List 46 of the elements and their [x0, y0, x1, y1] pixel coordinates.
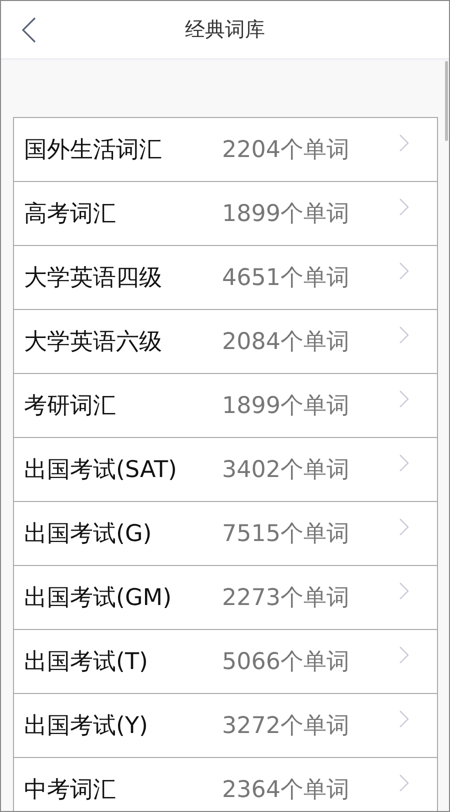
list-item[interactable]: 出国考试(SAT) 3402个单词: [14, 438, 437, 502]
word-count: 5066个单词: [222, 648, 350, 677]
word-count: 3272个单词: [222, 712, 350, 741]
list-item[interactable]: 出国考试(Y) 3272个单词: [14, 694, 437, 758]
word-count: 2084个单词: [222, 328, 350, 357]
chevron-right-icon: [399, 582, 409, 600]
chevron-right-icon: [399, 390, 409, 408]
chevron-right-icon: [399, 518, 409, 536]
chevron-right-icon: [399, 262, 409, 280]
chevron-right-icon: [399, 646, 409, 664]
word-count: 2204个单词: [222, 136, 350, 165]
chevron-right-icon: [399, 710, 409, 728]
chevron-right-icon: [399, 326, 409, 344]
chevron-right-icon: [399, 774, 409, 792]
wordbook-name: 出国考试(SAT): [23, 456, 178, 485]
wordbook-name: 国外生活词汇: [23, 136, 163, 165]
page-title: 经典词库: [185, 16, 265, 43]
list-item[interactable]: 出国考试(GM) 2273个单词: [14, 566, 437, 630]
list-item[interactable]: 大学英语四级 4651个单词: [14, 246, 437, 310]
word-count: 2273个单词: [222, 584, 350, 613]
back-button[interactable]: [21, 17, 37, 43]
list-item[interactable]: 中考词汇 2364个单词: [14, 758, 437, 811]
list-item[interactable]: 考研词汇 1899个单词: [14, 374, 437, 438]
word-count: 1899个单词: [222, 200, 350, 229]
wordbook-name: 中考词汇: [23, 776, 117, 805]
list-item[interactable]: 出国考试(G) 7515个单词: [14, 502, 437, 566]
wordbook-name: 出国考试(Y): [23, 712, 149, 741]
chevron-right-icon: [399, 198, 409, 216]
word-count: 2364个单词: [222, 776, 350, 805]
word-count: 3402个单词: [222, 456, 350, 485]
wordbook-name: 考研词汇: [23, 392, 117, 421]
wordbook-name: 高考词汇: [23, 200, 117, 229]
chevron-right-icon: [399, 134, 409, 152]
wordbook-name: 出国考试(GM): [23, 584, 173, 613]
word-count: 1899个单词: [222, 392, 350, 421]
wordbook-name: 大学英语四级: [23, 264, 163, 293]
word-count: 7515个单词: [222, 520, 350, 549]
list-item[interactable]: 国外生活词汇 2204个单词: [14, 118, 437, 182]
chevron-right-icon: [399, 454, 409, 472]
list-item[interactable]: 高考词汇 1899个单词: [14, 182, 437, 246]
wordbook-name: 大学英语六级: [23, 328, 163, 357]
word-count: 4651个单词: [222, 264, 350, 293]
list-item[interactable]: 大学英语六级 2084个单词: [14, 310, 437, 374]
wordbook-name: 出国考试(T): [23, 648, 149, 677]
list-item[interactable]: 出国考试(T) 5066个单词: [14, 630, 437, 694]
wordbook-name: 出国考试(G): [23, 520, 153, 549]
